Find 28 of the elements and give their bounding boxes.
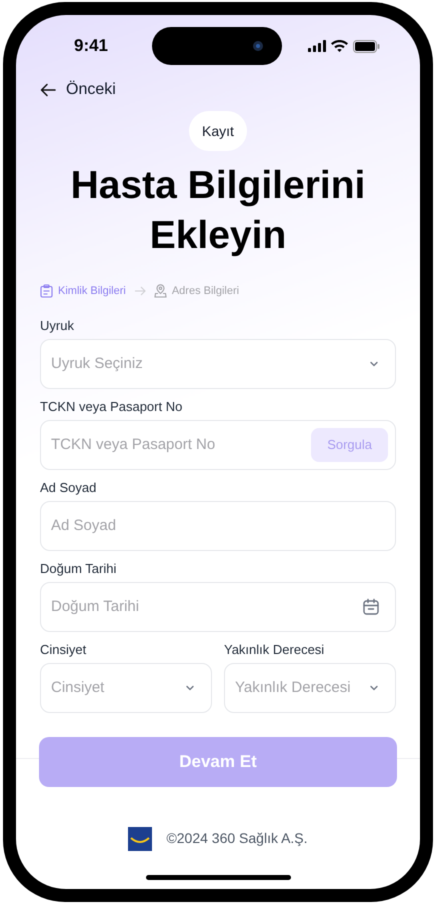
- field-label: TCKN veya Pasaport No: [40, 398, 184, 414]
- field-label: Yakınlık Derecesi: [224, 642, 326, 658]
- select-field[interactable]: Yakınlık Derecesi: [224, 662, 396, 712]
- calendar-icon: [362, 598, 380, 616]
- field-label: Cinsiyet: [40, 642, 88, 658]
- page-badge: Kayıt: [189, 111, 247, 151]
- location-pin-icon: [154, 284, 167, 298]
- battery-icon: [353, 40, 380, 52]
- back-button[interactable]: Önceki: [40, 75, 116, 105]
- copyright-text: ©2024 360 Sağlık A.Ş.: [166, 829, 308, 848]
- status-time: 9:41: [72, 35, 110, 58]
- camera-icon: [252, 40, 264, 52]
- page-title: Hasta Bilgilerini Ekleyin: [70, 163, 366, 259]
- company-logo-icon: [128, 826, 152, 850]
- select-field[interactable]: Cinsiyet: [40, 662, 212, 712]
- select-field[interactable]: Uyruk Seçiniz: [40, 338, 396, 388]
- field-label: Doğum Tarihi: [40, 560, 118, 576]
- step-tab[interactable]: Adres Bilgileri: [154, 283, 240, 300]
- field-label: Uyruk: [40, 318, 75, 334]
- date-field[interactable]: Doğum Tarihi: [40, 582, 396, 632]
- field-label: Ad Soyad: [40, 480, 98, 496]
- wifi-icon: [331, 40, 348, 52]
- clipboard-icon: [40, 284, 53, 298]
- signal-icon: [308, 40, 326, 52]
- step-tab[interactable]: Kimlik Bilgileri: [40, 283, 126, 300]
- arrow-left-icon: [40, 83, 56, 97]
- arrow-right-icon: [134, 286, 146, 296]
- input-field[interactable]: Ad Soyad: [40, 500, 396, 550]
